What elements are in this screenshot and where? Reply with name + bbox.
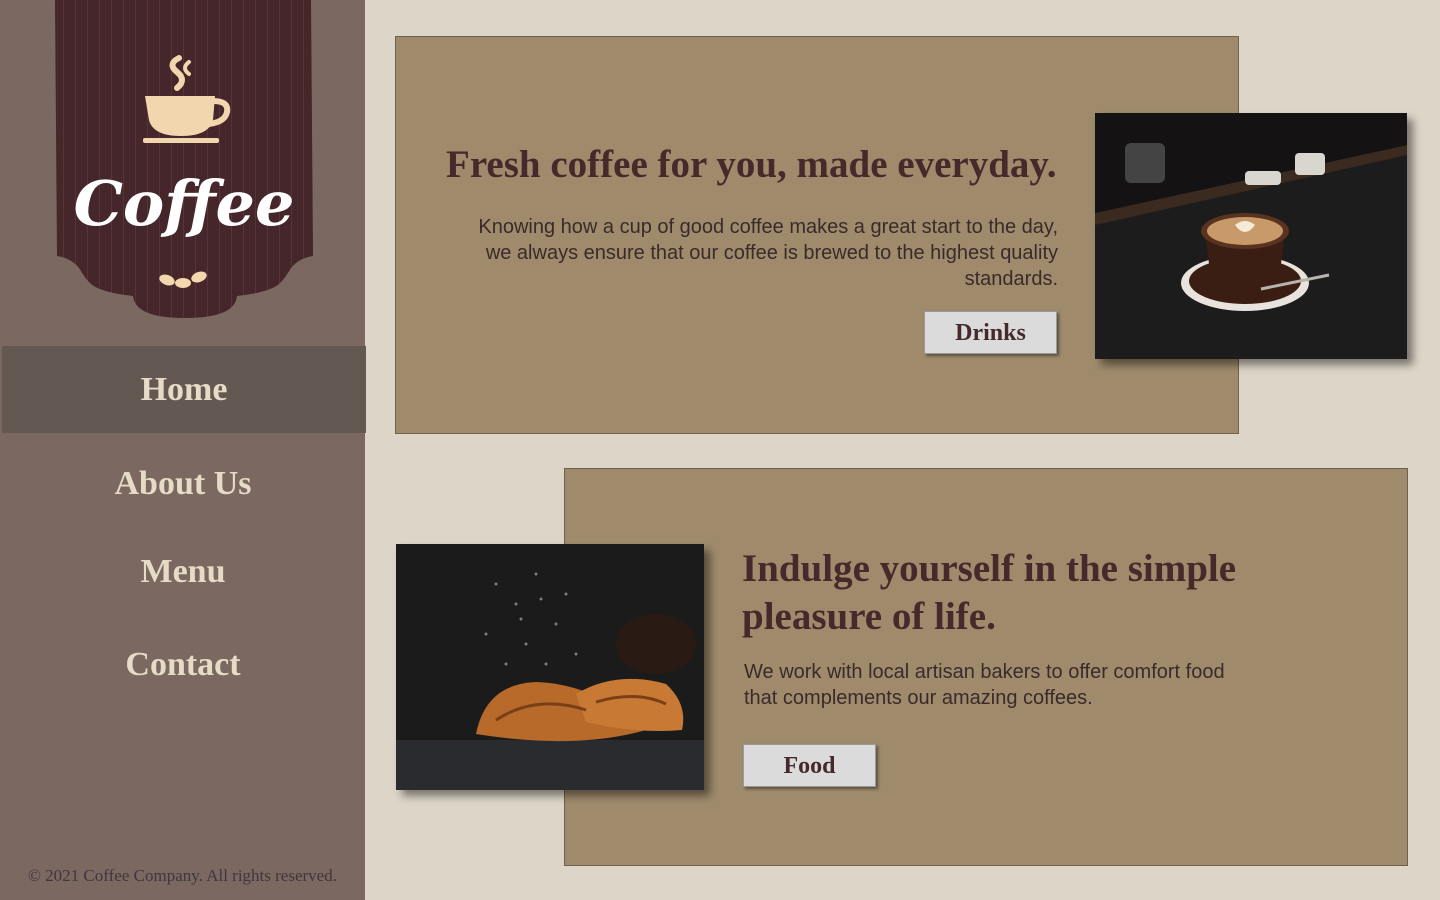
drinks-button[interactable]: Drinks [924,311,1057,354]
coffee-logo[interactable]: Coffee [53,0,315,320]
food-card-text: We work with local artisan bakers to off… [744,661,1225,709]
nav-about-us[interactable]: About Us [0,460,366,508]
food-card-title: Indulge yourself in the simple pleasure … [742,547,1237,638]
food-button[interactable]: Food [743,744,876,787]
sidebar: Coffee Home About Us Menu Contact © 2021… [0,0,366,900]
drinks-card-title: Fresh coffee for you, made everyday. [446,143,1057,186]
latte-art-photo [1095,113,1407,359]
copyright-footer: © 2021 Coffee Company. All rights reserv… [28,866,337,885]
croissants-photo [396,544,704,790]
drinks-card-text: Knowing how a cup of good coffee makes a… [478,216,1058,290]
coffee-logo-icon: Coffee [55,0,313,318]
nav-menu[interactable]: Menu [0,548,366,596]
logo-text: Coffee [74,167,295,240]
nav-home[interactable]: Home [2,346,366,433]
nav-contact[interactable]: Contact [0,641,366,689]
